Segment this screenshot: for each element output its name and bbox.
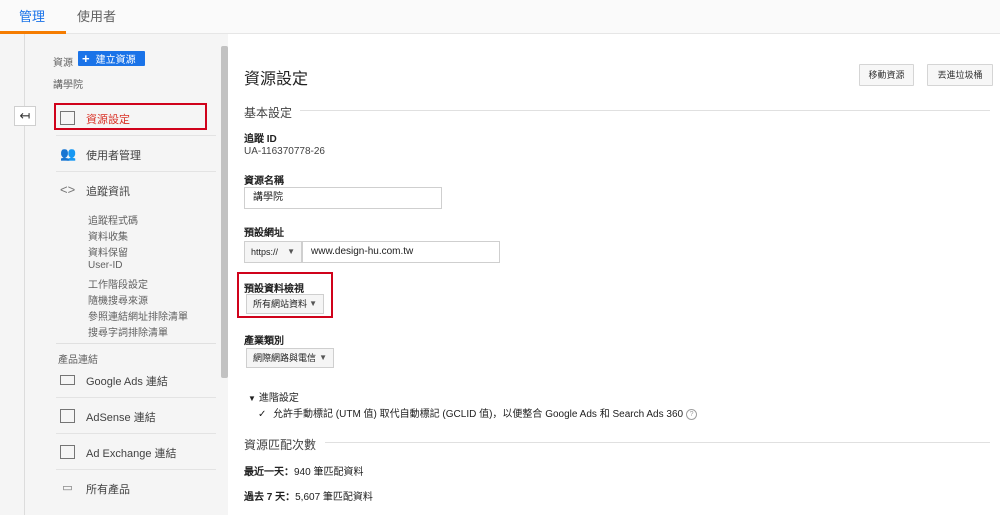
- sidebar-subitem[interactable]: 隨機搜尋來源: [88, 292, 148, 307]
- manual-tagging-checkbox[interactable]: ✓: [258, 410, 268, 420]
- sidebar-subitem[interactable]: 資料收集: [88, 228, 128, 243]
- chevron-down-icon: ▼: [319, 353, 327, 362]
- highlight-box-property-settings: [54, 103, 207, 130]
- sidebar-subitem[interactable]: 工作階段設定: [88, 276, 148, 291]
- default-url-input[interactable]: www.design-hu.com.tw: [302, 241, 500, 263]
- sidebar-item-label: Ad Exchange 連結: [86, 448, 177, 460]
- link-icon: ▭: [62, 482, 73, 494]
- match-last-7-value: 5,607 筆匹配資料: [295, 492, 373, 503]
- sidebar-item-label: 追蹤資訊: [86, 186, 130, 198]
- match-last-day: 最近一天：940 筆匹配資料: [244, 463, 363, 478]
- adsense-icon: [60, 409, 75, 423]
- manual-tagging-text: 允許手動標記 (UTM 值) 取代自動標記 (GCLID 值)，以便整合 Goo…: [273, 409, 684, 420]
- top-nav-bar: 管理 使用者: [0, 0, 1000, 34]
- manual-tagging-row: ✓ 允許手動標記 (UTM 值) 取代自動標記 (GCLID 值)，以便整合 Go…: [258, 405, 698, 420]
- basic-settings-header: 基本設定: [244, 106, 293, 120]
- tracking-id-label: 追蹤 ID: [244, 134, 277, 145]
- sidebar-item-user-management[interactable]: 👥 使用者管理: [56, 136, 216, 172]
- industry-value: 網際網路與電信: [253, 353, 317, 363]
- advanced-settings-label: 進階設定: [258, 393, 299, 404]
- sidebar-item-label: 所有產品: [86, 484, 130, 496]
- protocol-dropdown[interactable]: https:// ▼: [244, 241, 302, 263]
- tab-admin[interactable]: 管理: [19, 0, 45, 34]
- protocol-value: https://: [251, 247, 279, 257]
- sidebar-subitem[interactable]: User-ID: [88, 260, 122, 271]
- sidebar-divider: [56, 343, 216, 344]
- sidebar-item-google-ads[interactable]: Google Ads 連結: [56, 362, 216, 398]
- ad-exchange-icon: [60, 445, 75, 459]
- trash-button[interactable]: 丟進垃圾桶: [927, 64, 993, 86]
- google-ads-icon: [60, 375, 75, 385]
- property-name-input[interactable]: 講學院: [244, 187, 442, 209]
- industry-label: 產業類別: [244, 336, 284, 347]
- sidebar-item-label: 使用者管理: [86, 150, 141, 162]
- industry-dropdown[interactable]: 網際網路與電信 ▼: [246, 348, 334, 368]
- sidebar-subitem[interactable]: 追蹤程式碼: [88, 212, 138, 227]
- people-icon: 👥: [60, 146, 77, 161]
- match-last-day-value: 940 筆匹配資料: [294, 467, 364, 478]
- match-last-7-days: 過去 7 天：5,607 筆匹配資料: [244, 488, 373, 503]
- create-property-button[interactable]: + 建立資源: [78, 51, 145, 66]
- sidebar-subitem[interactable]: 參照連結網址排除清單: [88, 308, 188, 323]
- back-arrow-icon[interactable]: ↤: [14, 106, 36, 126]
- default-url-label: 預設網址: [244, 228, 284, 239]
- tab-user[interactable]: 使用者: [77, 0, 116, 34]
- highlight-box-default-view: [237, 272, 333, 318]
- match-last-7-label: 過去 7 天：: [244, 492, 296, 503]
- sidebar-item-label: Google Ads 連結: [86, 376, 168, 388]
- sidebar-item-ad-exchange[interactable]: Ad Exchange 連結: [56, 434, 216, 470]
- move-property-button[interactable]: 移動資源: [859, 64, 914, 86]
- sidebar-item-tracking-info[interactable]: <> 追蹤資訊: [56, 172, 216, 208]
- sidebar-item-adsense[interactable]: AdSense 連結: [56, 398, 216, 434]
- sidebar-subitem[interactable]: 資料保留: [88, 244, 128, 259]
- property-name-label: 資源名稱: [244, 176, 284, 187]
- match-last-day-label: 最近一天：: [244, 467, 294, 478]
- page-title: 資源設定: [244, 71, 309, 88]
- property-name: 講學院: [53, 80, 83, 91]
- caret-down-icon: ▼: [248, 394, 256, 403]
- section-divider: [300, 110, 990, 111]
- sidebar-item-label: AdSense 連結: [86, 412, 156, 424]
- resource-label: 資源: [53, 58, 73, 69]
- plus-icon: +: [82, 51, 90, 66]
- sidebar-item-all-products[interactable]: ▭ 所有產品: [56, 470, 216, 506]
- section-divider: [325, 442, 990, 443]
- tracking-id-value: UA-116370778-26: [244, 146, 325, 157]
- code-icon: <>: [60, 182, 76, 197]
- create-property-label: 建立資源: [95, 55, 136, 66]
- chevron-down-icon: ▼: [287, 247, 295, 256]
- sidebar-subitem[interactable]: 搜尋字詞排除清單: [88, 324, 168, 339]
- advanced-settings-toggle[interactable]: ▼ 進階設定: [248, 389, 299, 404]
- help-icon[interactable]: ?: [686, 408, 698, 420]
- match-count-header: 資源匹配次數: [244, 438, 317, 452]
- sidebar-scrollbar[interactable]: [221, 46, 228, 378]
